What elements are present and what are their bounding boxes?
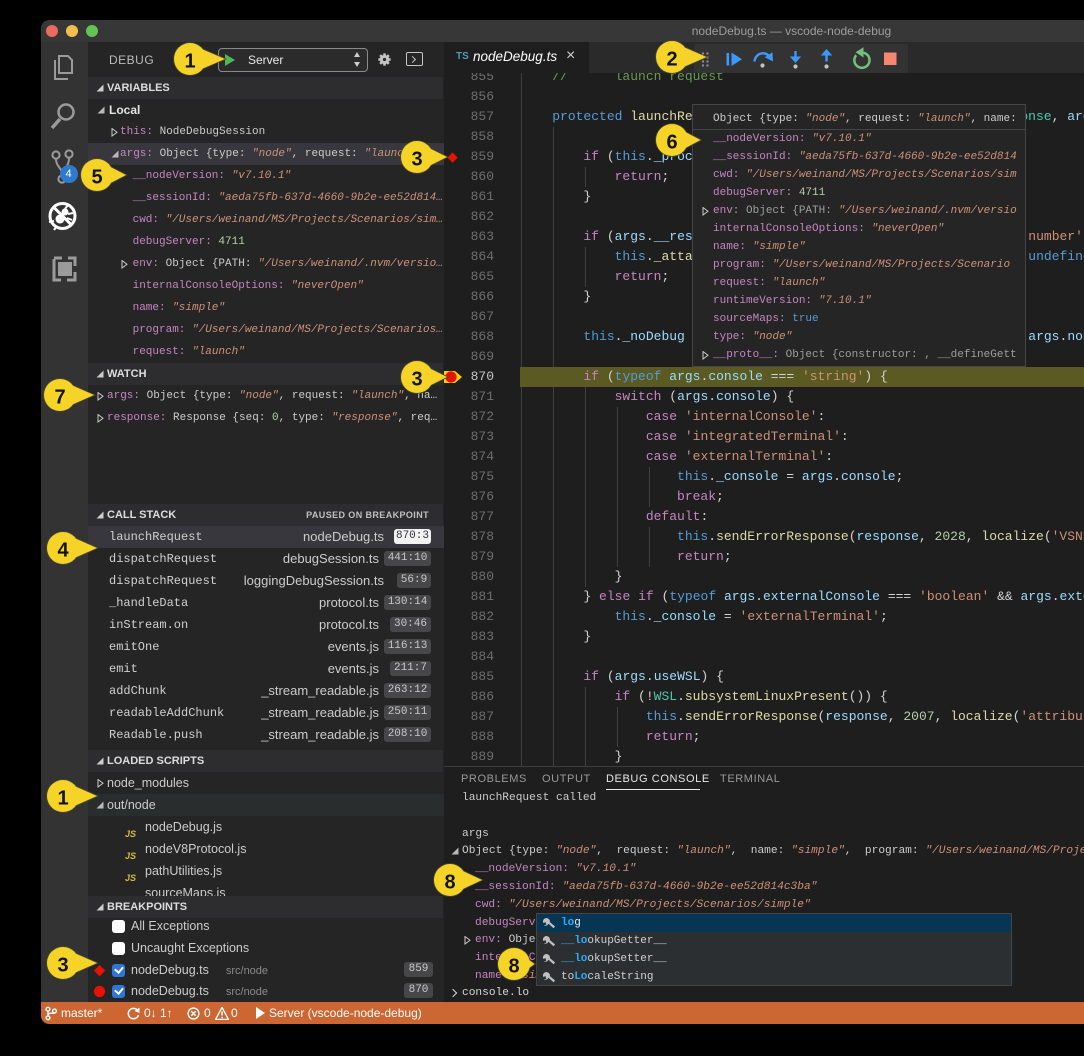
svg-text:3: 3 xyxy=(411,369,422,391)
svg-text:8: 8 xyxy=(444,871,455,893)
svg-text:5: 5 xyxy=(91,166,102,188)
svg-text:8: 8 xyxy=(508,955,519,977)
svg-text:3: 3 xyxy=(57,955,68,977)
svg-text:4: 4 xyxy=(57,540,69,562)
svg-text:3: 3 xyxy=(411,149,422,171)
svg-text:1: 1 xyxy=(57,788,68,810)
svg-text:1: 1 xyxy=(184,50,195,72)
svg-text:6: 6 xyxy=(666,132,677,154)
svg-text:2: 2 xyxy=(666,48,677,70)
svg-text:7: 7 xyxy=(54,387,65,409)
